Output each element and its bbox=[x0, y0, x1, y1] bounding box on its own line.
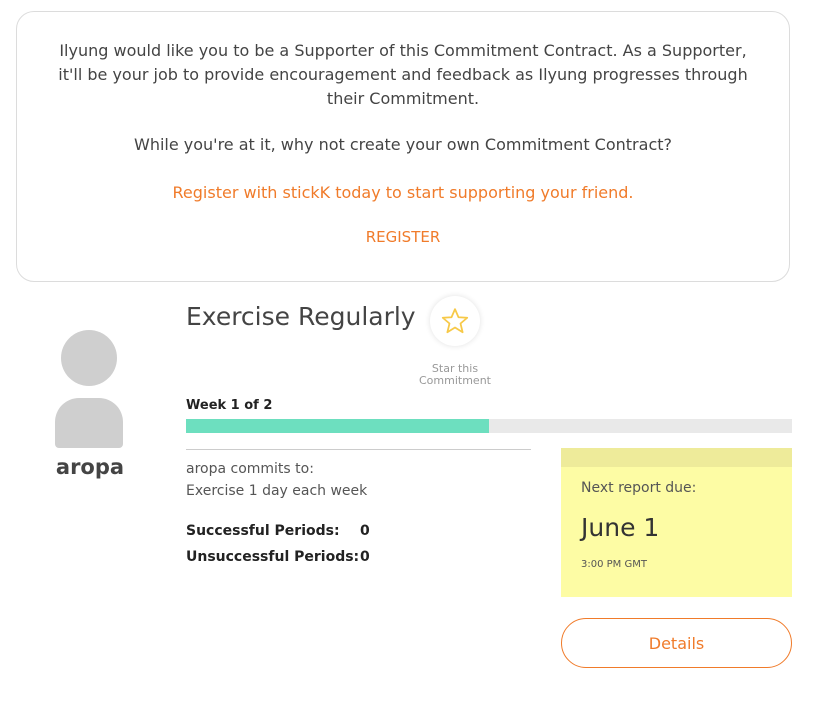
week-progress-fill bbox=[186, 419, 489, 433]
unsuccessful-periods-label: Unsuccessful Periods: bbox=[186, 549, 360, 565]
create-contract-question: While you're at it, why not create your … bbox=[134, 135, 672, 154]
avatar bbox=[55, 330, 123, 448]
details-button[interactable]: Details bbox=[561, 618, 792, 668]
username: aropa bbox=[55, 455, 125, 479]
register-cta-text: Register with stickK today to start supp… bbox=[172, 183, 634, 202]
avatar-head bbox=[61, 330, 117, 386]
next-report-date: June 1 bbox=[581, 513, 660, 542]
avatar-body bbox=[55, 398, 123, 448]
successful-periods-value: 0 bbox=[360, 523, 370, 539]
week-progress-bar bbox=[186, 419, 792, 433]
commitment-goal: Exercise 1 day each week bbox=[186, 483, 368, 499]
divider bbox=[186, 449, 531, 450]
register-link[interactable]: REGISTER bbox=[17, 226, 789, 248]
next-report-note: Next report due: June 1 3:00 PM GMT bbox=[561, 448, 792, 597]
star-commitment-button[interactable] bbox=[430, 296, 480, 346]
unsuccessful-periods-value: 0 bbox=[360, 549, 370, 565]
note-tape-strip bbox=[561, 448, 792, 467]
star-commitment-label: Star this Commitment bbox=[419, 362, 491, 387]
next-report-time: 3:00 PM GMT bbox=[581, 559, 647, 570]
week-progress-label: Week 1 of 2 bbox=[186, 398, 273, 413]
supporter-invite-panel: Ilyung would like you to be a Supporter … bbox=[16, 11, 790, 282]
commits-to-label: aropa commits to: bbox=[186, 461, 314, 477]
supporter-invite-message: Ilyung would like you to be a Supporter … bbox=[58, 41, 748, 108]
successful-periods-label: Successful Periods: bbox=[186, 523, 340, 539]
commitment-title: Exercise Regularly bbox=[186, 302, 416, 331]
star-icon bbox=[441, 308, 469, 334]
next-report-label: Next report due: bbox=[581, 480, 697, 496]
